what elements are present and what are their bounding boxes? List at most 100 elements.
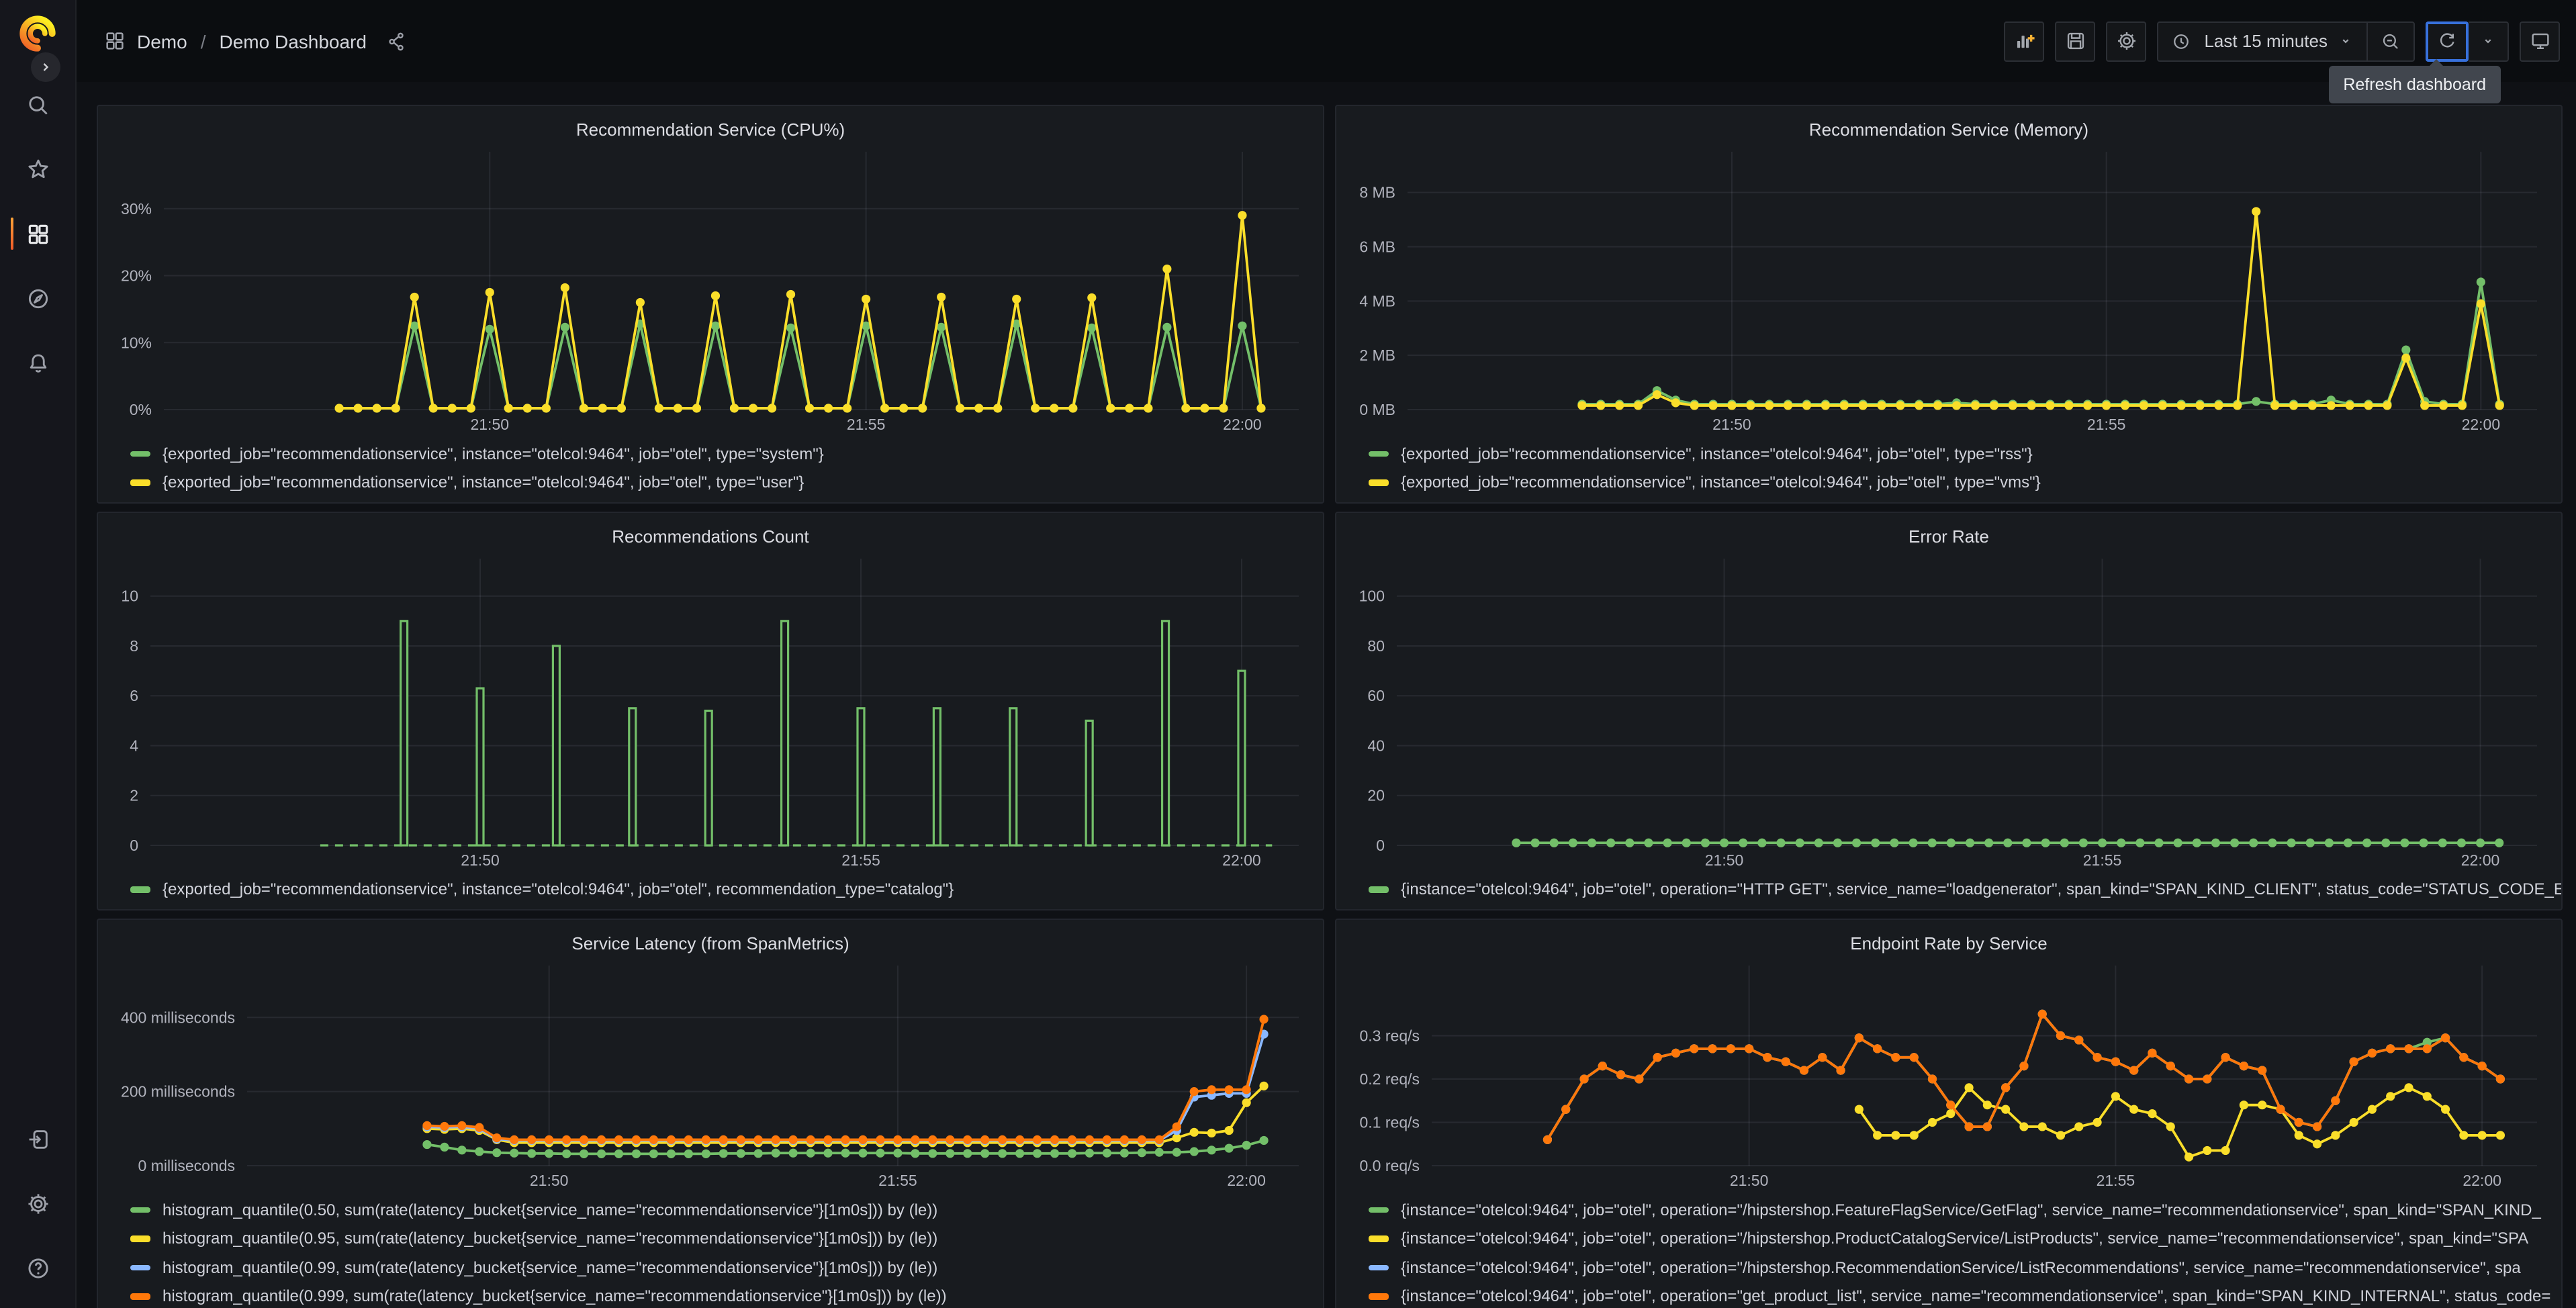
sidebar-expand-button[interactable] — [31, 52, 60, 82]
svg-text:400 milliseconds: 400 milliseconds — [121, 1009, 235, 1026]
svg-text:2: 2 — [130, 787, 138, 804]
sidebar-item-explore[interactable] — [0, 266, 76, 330]
sidebar-item-starred[interactable] — [0, 137, 76, 201]
panel-title[interactable]: Recommendation Service (CPU%) — [98, 106, 1323, 144]
legend-label: {instance="otelcol:9464", job="otel", op… — [1401, 1200, 2541, 1219]
panel-grid: Recommendation Service (CPU%) 0% 10% 20% 30%… — [97, 105, 2563, 1308]
legend-item[interactable]: {instance="otelcol:9464", job="otel", op… — [1369, 1224, 2561, 1253]
dashboard-canvas: Recommendation Service (CPU%) 0% 10% 20% 30%… — [77, 82, 2576, 1308]
panel-chart[interactable]: 0 20 40 60 80 100 21:50 21:55 22:00 — [1336, 551, 2561, 875]
panel-title[interactable]: Error Rate — [1336, 513, 2561, 551]
svg-text:21:55: 21:55 — [2087, 416, 2126, 433]
svg-text:21:50: 21:50 — [461, 851, 500, 869]
panel-6: Endpoint Rate by Service 0.0 req/s 0.1 req… — [1335, 919, 2563, 1308]
legend-item[interactable]: {exported_job="recommendationservice", i… — [130, 875, 1323, 904]
legend-item[interactable]: {exported_job="recommendationservice", i… — [1369, 439, 2561, 468]
svg-text:10: 10 — [121, 588, 138, 605]
legend-item[interactable]: {instance="otelcol:9464", job="otel", op… — [1369, 1195, 2561, 1224]
panel-2: Recommendation Service (Memory) 0 MB 2 MB 4… — [1335, 105, 2563, 504]
panel-chart[interactable]: 0 MB 2 MB 4 MB 6 MB 8 MB 21:50 21:55 22:00 — [1336, 144, 2561, 439]
share-icon[interactable] — [385, 30, 407, 52]
legend-label: {instance="otelcol:9464", job="otel", op… — [1401, 1287, 2551, 1306]
zoom-out-button[interactable] — [2366, 22, 2413, 60]
legend-item[interactable]: {exported_job="recommendationservice", i… — [130, 468, 1323, 497]
panel-chart[interactable]: 0 2 4 6 8 10 21:50 21:55 22:00 — [98, 551, 1323, 875]
panel-chart[interactable]: 0.0 req/s 0.1 req/s 0.2 req/s 0.3 req/s 21:5… — [1336, 957, 2561, 1195]
legend-label: {exported_job="recommendationservice", i… — [163, 444, 824, 463]
breadcrumb-section[interactable]: Demo — [137, 30, 187, 52]
svg-text:22:00: 22:00 — [1222, 851, 1261, 869]
svg-text:21:55: 21:55 — [2083, 851, 2122, 869]
legend-item[interactable]: histogram_quantile(0.50, sum(rate(latenc… — [130, 1195, 1323, 1224]
panel-5: Service Latency (from SpanMetrics) 0 mill… — [97, 919, 1324, 1308]
sidebar-item-help[interactable] — [0, 1235, 76, 1300]
refresh-group — [2426, 21, 2509, 61]
legend-swatch — [1369, 886, 1389, 892]
sidebar-item-dashboards[interactable] — [0, 201, 76, 266]
dashboard-settings-button[interactable] — [2106, 21, 2147, 61]
svg-text:0.1 req/s: 0.1 req/s — [1360, 1113, 1420, 1131]
svg-text:60: 60 — [1367, 687, 1385, 704]
refresh-interval-caret[interactable] — [2469, 21, 2509, 61]
legend-swatch — [130, 1264, 150, 1270]
legend-swatch — [1369, 479, 1389, 485]
legend-item[interactable]: {exported_job="recommendationservice", i… — [1369, 468, 2561, 497]
clock-icon — [2170, 30, 2192, 52]
legend-label: {instance="otelcol:9464", job="otel", op… — [1401, 880, 2561, 899]
legend-item[interactable]: histogram_quantile(0.999, sum(rate(laten… — [130, 1282, 1323, 1308]
svg-text:0.2 req/s: 0.2 req/s — [1360, 1070, 1420, 1088]
sidebar-item-search[interactable] — [0, 73, 76, 137]
legend-swatch — [1369, 1235, 1389, 1242]
svg-text:21:55: 21:55 — [2097, 1172, 2135, 1189]
svg-text:30%: 30% — [121, 200, 152, 218]
panel-3: Recommendations Count 0 2 4 6 8 10 21:50 21:55 22… — [97, 512, 1324, 910]
legend-item[interactable]: {exported_job="recommendationservice", i… — [130, 439, 1323, 468]
panel-title[interactable]: Recommendations Count — [98, 513, 1323, 551]
time-range-button[interactable]: Last 15 minutes — [2158, 22, 2366, 60]
legend-swatch — [130, 1235, 150, 1242]
panel-title[interactable]: Recommendation Service (Memory) — [1336, 106, 2561, 144]
legend-label: {exported_job="recommendationservice", i… — [1401, 444, 2033, 463]
legend-label: {exported_job="recommendationservice", i… — [163, 473, 804, 492]
panel-chart[interactable]: 0 milliseconds 200 milliseconds 400 millis… — [98, 957, 1323, 1195]
grafana-app: Demo / Demo Dashboard Last 15 minutes Re… — [0, 0, 2576, 1308]
legend-label: {instance="otelcol:9464", job="otel", op… — [1401, 1258, 2521, 1277]
svg-text:100: 100 — [1359, 588, 1385, 605]
svg-text:0%: 0% — [130, 401, 152, 418]
legend-swatch — [130, 479, 150, 485]
legend-label: {exported_job="recommendationservice", i… — [163, 880, 954, 899]
breadcrumb-separator: / — [200, 30, 206, 52]
time-range-label: Last 15 minutes — [2204, 31, 2328, 51]
breadcrumb: Demo / Demo Dashboard — [103, 30, 407, 52]
legend-item[interactable]: {instance="otelcol:9464", job="otel", op… — [1369, 875, 2561, 904]
legend-item[interactable]: histogram_quantile(0.95, sum(rate(latenc… — [130, 1224, 1323, 1253]
panel-legend: {exported_job="recommendationservice", i… — [1336, 439, 2561, 497]
sidebar-item-configuration[interactable] — [0, 1171, 76, 1235]
svg-text:21:50: 21:50 — [1712, 416, 1751, 433]
panel-title[interactable]: Endpoint Rate by Service — [1336, 920, 2561, 957]
sidebar-item-sign-in[interactable] — [0, 1107, 76, 1171]
refresh-button[interactable] — [2426, 21, 2469, 61]
sidebar-item-alerting[interactable] — [0, 330, 76, 395]
save-dashboard-button[interactable] — [2055, 21, 2096, 61]
panel-legend: histogram_quantile(0.50, sum(rate(latenc… — [98, 1195, 1323, 1308]
legend-item[interactable]: {instance="otelcol:9464", job="otel", op… — [1369, 1282, 2561, 1308]
panel-4: Error Rate 0 20 40 60 80 100 21:50 21:55 22:00 {in… — [1335, 512, 2563, 910]
legend-swatch — [130, 1207, 150, 1213]
breadcrumb-page[interactable]: Demo Dashboard — [220, 30, 367, 52]
svg-text:6 MB: 6 MB — [1359, 238, 1395, 255]
panel-chart[interactable]: 0% 10% 20% 30% 21:50 21:55 22:00 — [98, 144, 1323, 439]
legend-label: {exported_job="recommendationservice", i… — [1401, 473, 2041, 492]
cycle-view-mode-button[interactable] — [2520, 21, 2560, 61]
svg-text:200 milliseconds: 200 milliseconds — [121, 1083, 235, 1101]
add-panel-button[interactable] — [2004, 21, 2045, 61]
svg-text:22:00: 22:00 — [1227, 1172, 1266, 1189]
legend-item[interactable]: histogram_quantile(0.99, sum(rate(latenc… — [130, 1253, 1323, 1282]
panel-title[interactable]: Service Latency (from SpanMetrics) — [98, 920, 1323, 957]
svg-text:22:00: 22:00 — [2462, 416, 2501, 433]
legend-item[interactable]: {instance="otelcol:9464", job="otel", op… — [1369, 1253, 2561, 1282]
svg-text:2 MB: 2 MB — [1359, 346, 1395, 364]
legend-swatch — [1369, 1207, 1389, 1213]
svg-text:21:50: 21:50 — [530, 1172, 569, 1189]
svg-text:0: 0 — [130, 837, 138, 854]
